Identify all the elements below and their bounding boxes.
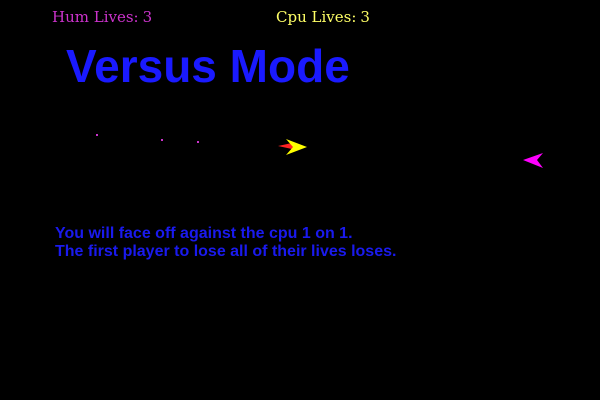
playfield: [96, 134, 543, 168]
cpu-lives-value: 3: [360, 8, 370, 26]
human-lives-value: 3: [142, 8, 153, 26]
human-lives-label: Hum Lives:: [52, 8, 139, 26]
human-lives-readout: Hum Lives: 3: [52, 8, 152, 26]
cpu-lives-label: Cpu Lives:: [276, 8, 357, 26]
instructions-line: You will face off against the cpu 1 on 1…: [55, 225, 353, 242]
debris-particle: [96, 134, 98, 136]
cpu-ship-icon: [523, 153, 543, 168]
debris-particle: [161, 139, 163, 141]
cpu-lives-readout: Cpu Lives: 3: [276, 8, 370, 26]
mode-title: Versus Mode: [66, 40, 350, 92]
player-ship-icon: [278, 139, 307, 155]
game-screen[interactable]: Hum Lives: 3 Cpu Lives: 3 Versus Mode You …: [0, 0, 600, 400]
instructions-line: The first player to lose all of their li…: [55, 243, 397, 260]
instructions-text: You will face off against the cpu 1 on 1…: [55, 225, 396, 261]
debris-particle: [197, 141, 199, 143]
